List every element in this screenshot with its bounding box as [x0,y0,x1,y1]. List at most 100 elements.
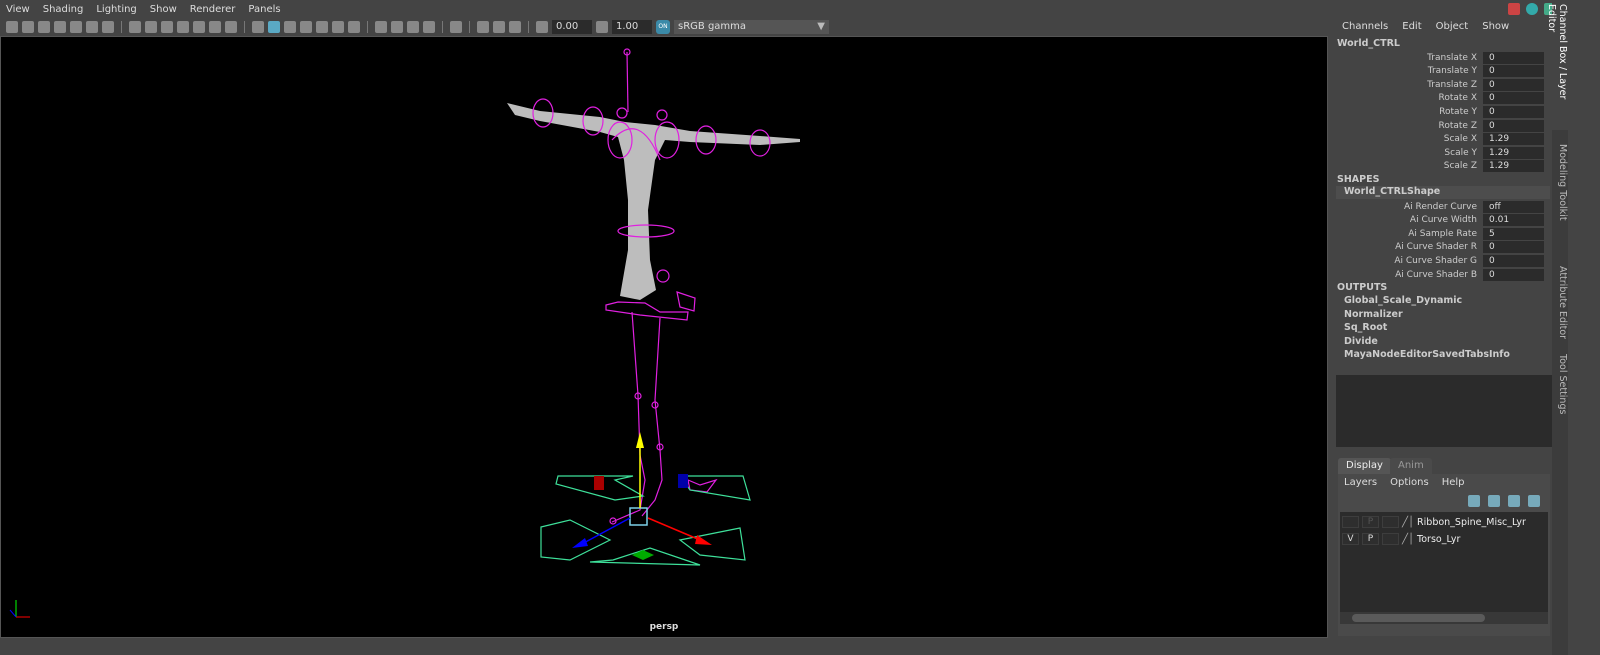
visibility-toggle[interactable] [1342,516,1359,528]
move-layer-down-icon[interactable] [1488,495,1500,507]
gate-mask-icon[interactable] [177,21,189,33]
menu-edit[interactable]: Edit [1402,21,1421,32]
safe-title-icon[interactable] [225,21,237,33]
depth-of-field-icon[interactable] [423,21,435,33]
layer-name[interactable]: Ribbon_Spine_Misc_Lyr [1417,517,1526,528]
new-layer-selected-icon[interactable] [1528,495,1540,507]
isolate-select-icon[interactable] [450,21,462,33]
channel-label[interactable]: Ai Render Curve [1336,202,1483,212]
textured-icon[interactable] [316,21,328,33]
menu-show[interactable]: Show [150,4,177,15]
output-node[interactable]: MayaNodeEditorSavedTabsInfo [1344,349,1510,360]
channel-label[interactable]: Translate Z [1336,80,1483,90]
channel-value[interactable]: 1.29 [1483,160,1544,173]
visibility-toggle[interactable]: V [1342,533,1359,545]
channel-value[interactable]: 1.29 [1483,146,1544,159]
antialiasing-icon[interactable] [407,21,419,33]
camera-attributes-icon[interactable] [38,21,50,33]
bookmark-icon[interactable] [54,21,66,33]
layer-row[interactable]: V P ╱│ Torso_Lyr [1342,533,1460,545]
menu-renderer[interactable]: Renderer [190,4,236,15]
channel-label[interactable]: Scale Z [1336,161,1483,171]
wireframe-on-shaded-icon[interactable] [300,21,312,33]
channel-row[interactable]: Ai Curve Width 0.01 [1336,214,1552,227]
menu-view[interactable]: View [6,4,30,15]
channel-value[interactable]: 0.01 [1483,214,1544,227]
channel-row[interactable]: Scale Y 1.29 [1336,146,1552,159]
channel-label[interactable]: Ai Curve Shader G [1336,256,1483,266]
channel-value[interactable]: 0 [1483,254,1544,267]
channel-label[interactable]: Scale Y [1336,148,1483,158]
xray-joints-icon[interactable] [509,21,521,33]
menu-help[interactable]: Help [1442,477,1465,488]
channel-row[interactable]: Rotate Y0 [1336,105,1552,118]
channel-value[interactable]: off [1483,200,1544,213]
channel-value[interactable]: 0 [1483,51,1544,64]
color-swatch-icon[interactable]: ╱│ [1402,517,1414,528]
output-node[interactable]: Sq_Root [1344,322,1387,333]
channel-row[interactable]: Ai Render Curve off [1336,200,1552,213]
channel-value[interactable]: 0 [1483,92,1544,105]
layer-name[interactable]: Torso_Lyr [1417,534,1460,545]
channel-row[interactable]: Rotate Z0 [1336,119,1552,132]
tab-channel-box-layer-editor[interactable]: Channel Box / Layer Editor [1546,0,1568,130]
camera-icon[interactable] [6,21,18,33]
channel-value[interactable]: 0 [1483,119,1544,132]
default-material-icon[interactable] [284,21,296,33]
film-gate-icon[interactable] [145,21,157,33]
display-type-toggle[interactable] [1382,516,1399,528]
grid-icon[interactable] [129,21,141,33]
playback-toggle[interactable]: P [1362,516,1379,528]
channel-value[interactable]: 0 [1483,105,1544,118]
scrollbar-thumb[interactable] [1352,614,1485,622]
output-node[interactable]: Global_Scale_Dynamic [1344,295,1462,306]
tab-attribute-editor[interactable]: Attribute Editor [1552,262,1568,342]
channel-row[interactable]: Ai Curve Shader G0 [1336,254,1552,267]
ambient-occlusion-icon[interactable] [375,21,387,33]
channel-label[interactable]: Ai Curve Width [1336,215,1483,225]
color-management-toggle[interactable]: ON [656,20,670,34]
menu-options[interactable]: Options [1390,477,1429,488]
2d-pan-icon[interactable] [86,21,98,33]
tab-tool-settings[interactable]: Tool Settings [1552,350,1568,420]
channel-label[interactable]: Scale X [1336,134,1483,144]
channel-value[interactable]: 5 [1483,227,1544,240]
channel-value[interactable]: 0 [1483,78,1544,91]
speed-icon[interactable] [1526,3,1538,15]
channel-value[interactable]: 1.29 [1483,133,1544,146]
playback-toggle[interactable]: P [1362,533,1379,545]
channel-row[interactable]: Ai Curve Shader R0 [1336,241,1552,254]
layer-row[interactable]: P ╱│ Ribbon_Spine_Misc_Lyr [1342,516,1526,528]
channel-row[interactable]: Scale Z 1.29 [1336,160,1552,173]
display-type-toggle[interactable] [1382,533,1399,545]
channel-label[interactable]: Translate Y [1336,66,1483,76]
motion-blur-icon[interactable] [391,21,403,33]
channel-row[interactable]: Translate Z0 [1336,78,1552,91]
new-layer-icon[interactable] [1508,495,1520,507]
channel-value[interactable]: 0 [1483,241,1544,254]
channel-value[interactable]: 0 [1483,268,1544,281]
channel-label[interactable]: Rotate X [1336,93,1483,103]
resolution-gate-icon[interactable] [161,21,173,33]
menu-object[interactable]: Object [1436,21,1469,32]
shadows-icon[interactable] [348,21,360,33]
xray-active-icon[interactable] [493,21,505,33]
gamma-field[interactable]: 1.00 [612,20,652,34]
menu-channels[interactable]: Channels [1342,21,1388,32]
tab-display[interactable]: Display [1338,458,1391,474]
grease-pencil-icon[interactable] [102,21,114,33]
menu-panels[interactable]: Panels [248,4,280,15]
safe-action-icon[interactable] [209,21,221,33]
channel-row[interactable]: Rotate X0 [1336,92,1552,105]
channel-value[interactable]: 0 [1483,65,1544,78]
channel-label[interactable]: Ai Curve Shader B [1336,270,1483,280]
manipulator-icon[interactable] [1508,3,1520,15]
output-node[interactable]: Normalizer [1344,309,1403,320]
channel-row[interactable]: Ai Sample Rate 5 [1336,227,1552,240]
wireframe-icon[interactable] [252,21,264,33]
channel-row[interactable]: Translate Y0 [1336,65,1552,78]
menu-shading[interactable]: Shading [43,4,84,15]
channel-label[interactable]: Rotate Y [1336,107,1483,117]
menu-lighting[interactable]: Lighting [96,4,136,15]
channel-label[interactable]: Rotate Z [1336,121,1483,131]
